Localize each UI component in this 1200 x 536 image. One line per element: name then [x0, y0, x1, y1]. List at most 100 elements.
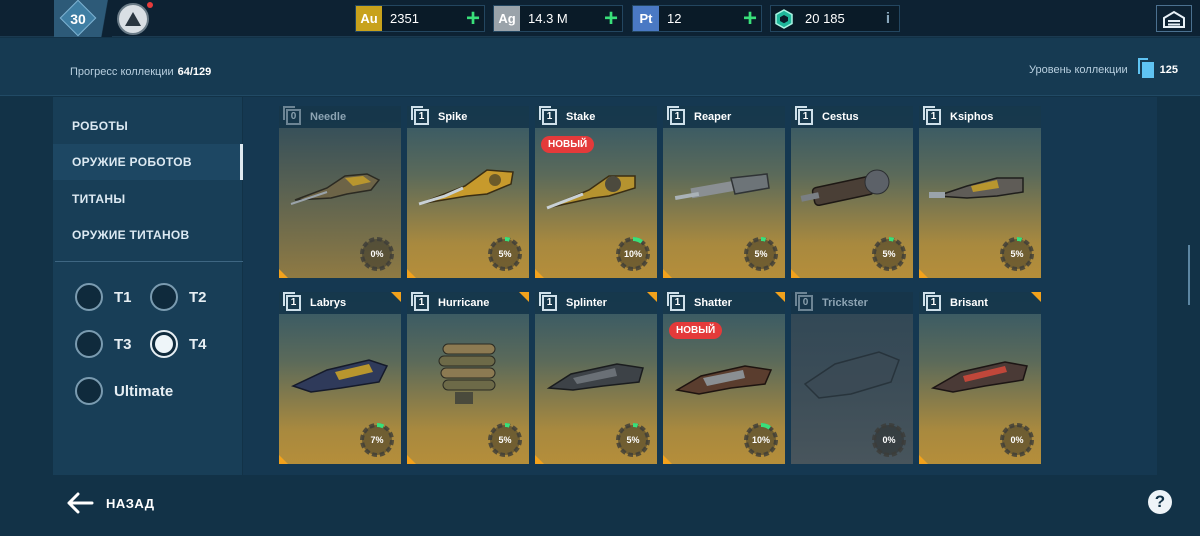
player-level-badge[interactable]: 30: [54, 0, 102, 37]
card-percent: 5%: [1010, 249, 1024, 259]
help-button[interactable]: ?: [1148, 490, 1172, 514]
progress-ring: 7%: [359, 422, 395, 458]
nav-robot-weapons[interactable]: ОРУЖИЕ РОБОТОВ: [53, 144, 243, 180]
tier-radio-selected[interactable]: [150, 330, 178, 358]
nav-titans[interactable]: ТИТАНЫ: [53, 181, 243, 217]
platinum-icon: Pt: [633, 6, 659, 31]
corner-marker: [1031, 292, 1041, 302]
card-header: 1 Shatter: [663, 292, 785, 314]
nav-robots[interactable]: РОБОТЫ: [53, 108, 243, 144]
sidebar-divider: [55, 261, 243, 262]
weapon-card-needle[interactable]: 0 Needle 0%: [279, 106, 401, 278]
weapon-image: [799, 152, 905, 222]
progress-ring: 5%: [743, 236, 779, 272]
corner-marker: [919, 455, 928, 464]
weapon-card-shatter[interactable]: 1 Shatter НОВЫЙ 10%: [663, 292, 785, 464]
tier-filter-t1[interactable]: T1: [75, 283, 132, 311]
gold-icon: Au: [356, 6, 382, 31]
corner-marker: [407, 455, 416, 464]
collection-level-value: 125: [1159, 64, 1178, 76]
collection-header: Прогресс коллекции 64/129 Уровень коллекц…: [0, 38, 1200, 96]
weapon-card-hurricane[interactable]: 1 Hurricane 5%: [407, 292, 529, 464]
tier-filter-ultimate[interactable]: Ultimate: [75, 377, 173, 405]
platinum-value: 12: [667, 11, 682, 26]
weapon-image: [287, 152, 393, 222]
card-percent: 0%: [370, 249, 384, 259]
tier-filter-t3[interactable]: T3: [75, 330, 132, 358]
card-header: 1 Splinter: [535, 292, 657, 314]
currency-platinum: Pt 12 +: [632, 5, 762, 32]
corner-marker: [519, 292, 529, 302]
card-count-icon: 1: [923, 106, 941, 125]
card-name: Shatter: [694, 297, 732, 309]
weapon-card-stake[interactable]: 1 Stake НОВЫЙ 10%: [535, 106, 657, 278]
back-label: НАЗАД: [106, 495, 155, 511]
card-count-icon: 1: [539, 106, 557, 125]
progress-ring: 5%: [487, 236, 523, 272]
card-header: 1 Stake: [535, 106, 657, 128]
weapon-image: [543, 152, 649, 222]
tier-radio[interactable]: [75, 330, 103, 358]
tier-label: T4: [189, 335, 207, 353]
corner-marker: [663, 269, 672, 278]
card-name: Spike: [438, 111, 468, 123]
card-name: Labrys: [310, 297, 347, 309]
weapon-card-spike[interactable]: 1 Spike 5%: [407, 106, 529, 278]
arrow-left-icon: [67, 492, 94, 514]
back-button[interactable]: НАЗАД: [66, 488, 155, 518]
card-name: Stake: [566, 111, 596, 123]
hangar-button[interactable]: [1156, 5, 1192, 32]
weapon-card-trickster[interactable]: 0 Trickster 0%: [791, 292, 913, 464]
progress-ring: 5%: [615, 422, 651, 458]
weapon-image: [415, 152, 521, 222]
card-percent: 5%: [498, 435, 512, 445]
collection-progress: Прогресс коллекции 64/129: [70, 66, 211, 78]
corner-marker: [407, 269, 416, 278]
components-icon: [771, 6, 797, 31]
cards-stack-icon: [1137, 58, 1154, 78]
card-header: 1 Spike: [407, 106, 529, 128]
weapon-image: [543, 338, 649, 408]
components-info-button[interactable]: i: [877, 10, 899, 27]
weapon-image: [287, 338, 393, 408]
notification-dot: [147, 2, 153, 8]
tier-radio[interactable]: [150, 283, 178, 311]
corner-marker: [663, 455, 672, 464]
card-count-icon: 1: [411, 292, 429, 311]
weapon-card-cestus[interactable]: 1 Cestus 5%: [791, 106, 913, 278]
tier-radio[interactable]: [75, 283, 103, 311]
weapon-card-ksiphos[interactable]: 1 Ksiphos 5%: [919, 106, 1041, 278]
card-count-icon: 1: [667, 292, 685, 311]
card-name: Reaper: [694, 111, 732, 123]
add-silver-button[interactable]: +: [600, 6, 622, 31]
weapon-card-brisant[interactable]: 1 Brisant 0%: [919, 292, 1041, 464]
add-gold-button[interactable]: +: [462, 6, 484, 31]
add-platinum-button[interactable]: +: [739, 6, 761, 31]
card-percent: 5%: [754, 249, 768, 259]
card-percent: 5%: [626, 435, 640, 445]
card-count-icon: 1: [923, 292, 941, 311]
card-name: Ksiphos: [950, 111, 994, 123]
tier-label: T3: [114, 335, 132, 353]
currency-components: 20 185 i: [770, 5, 900, 32]
nav-titan-weapons[interactable]: ОРУЖИЕ ТИТАНОВ: [53, 217, 243, 253]
weapon-card-splinter[interactable]: 1 Splinter 5%: [535, 292, 657, 464]
tier-filter-t4[interactable]: T4: [150, 330, 207, 358]
clan-emblem-icon[interactable]: [117, 3, 149, 35]
corner-marker: [279, 455, 288, 464]
tier-radio[interactable]: [75, 377, 103, 405]
card-count-icon: 1: [795, 106, 813, 125]
currency-gold: Au 2351 +: [355, 5, 485, 32]
weapon-image: [415, 338, 521, 408]
scrollbar[interactable]: [1188, 245, 1190, 305]
weapon-card-reaper[interactable]: 1 Reaper 5%: [663, 106, 785, 278]
progress-ring: 5%: [999, 236, 1035, 272]
top-bar: 30 Au 2351 + Ag 14.3 M + Pt 12 + 20 185 …: [0, 0, 1200, 37]
tier-filter-t2[interactable]: T2: [150, 283, 207, 311]
corner-marker: [791, 269, 800, 278]
silver-value: 14.3 M: [528, 11, 568, 26]
weapon-image: [671, 338, 777, 408]
corner-marker: [535, 455, 544, 464]
card-percent: 0%: [882, 435, 896, 445]
weapon-card-labrys[interactable]: 1 Labrys 7%: [279, 292, 401, 464]
